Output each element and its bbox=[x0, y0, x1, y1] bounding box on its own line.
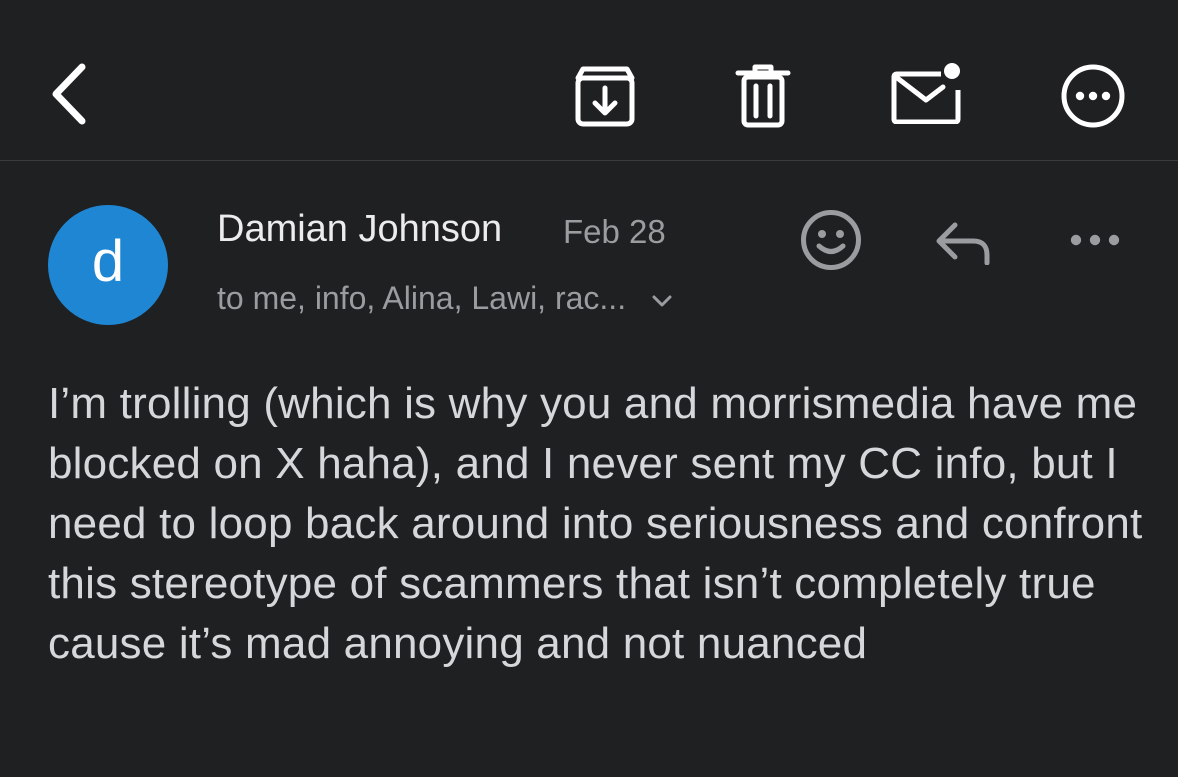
more-options-button[interactable] bbox=[1056, 60, 1130, 132]
mark-unread-icon bbox=[891, 63, 961, 124]
message-date: Feb 28 bbox=[563, 213, 666, 250]
sender-name[interactable]: Damian Johnson bbox=[217, 208, 502, 251]
back-chevron-icon bbox=[52, 63, 86, 125]
recipients-toggle[interactable]: to me, info, Alina, Lawi, rac... bbox=[217, 280, 672, 317]
more-circle-icon bbox=[1061, 64, 1125, 128]
trash-icon bbox=[735, 64, 791, 128]
message-body: I’m trolling (which is why you and morri… bbox=[48, 379, 1143, 668]
mark-unread-button[interactable] bbox=[886, 58, 966, 126]
chevron-down-icon bbox=[652, 295, 672, 306]
smiley-icon bbox=[801, 210, 861, 270]
top-toolbar bbox=[0, 0, 1178, 161]
back-button[interactable] bbox=[36, 56, 100, 132]
avatar-letter: d bbox=[91, 229, 125, 294]
message-more-button[interactable] bbox=[1062, 219, 1128, 261]
reply-icon bbox=[936, 222, 990, 265]
recipients-list: to me, info, Alina, Lawi, rac... bbox=[217, 280, 627, 316]
delete-button[interactable] bbox=[730, 60, 796, 132]
message-header: d Damian Johnson Feb 28 to me, info, Ali… bbox=[0, 161, 1178, 361]
avatar[interactable]: d bbox=[48, 205, 168, 325]
reply-button[interactable] bbox=[928, 213, 998, 273]
archive-button[interactable] bbox=[568, 60, 642, 132]
more-horizontal-icon bbox=[1070, 234, 1120, 246]
emoji-reaction-button[interactable] bbox=[796, 205, 866, 275]
archive-icon bbox=[575, 66, 635, 127]
